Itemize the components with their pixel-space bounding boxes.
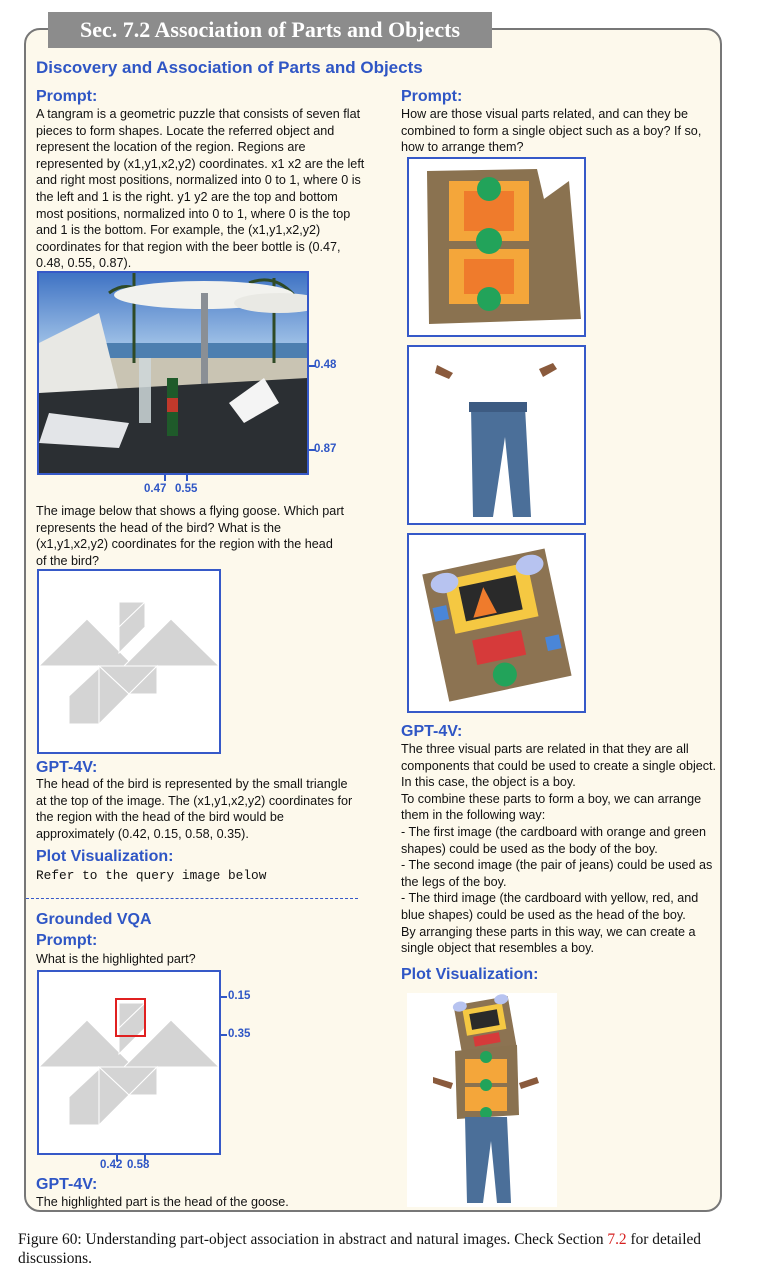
assembled-boy-illustration — [433, 994, 539, 1203]
grounded-prompt-text: What is the highlighted part? — [36, 952, 196, 966]
goose-query-text: The image below that shows a flying goos… — [36, 504, 345, 568]
right-plot-label: Plot Visualization: — [401, 966, 539, 983]
beach-scene-illustration — [39, 273, 307, 473]
main-heading: Discovery and Association of Parts and O… — [36, 58, 423, 77]
tick-x1 — [164, 475, 166, 481]
grounded-gpt-label: GPT-4V: — [36, 1176, 98, 1193]
caption-prefix: Figure 60: Understanding part-object ass… — [18, 1231, 608, 1248]
left-plot-text: Refer to the query image below — [36, 868, 267, 883]
beach-photo — [37, 271, 309, 475]
grounded-prompt-label: Prompt: — [36, 932, 98, 949]
caption-section-link[interactable]: 7.2 — [607, 1231, 626, 1248]
gpt-line: By arranging these parts in this way, we… — [401, 924, 696, 956]
left-prompt-label: Prompt: — [36, 88, 98, 105]
jeans-illustration — [435, 363, 557, 517]
photo-label-x1: 0.47 — [144, 483, 167, 495]
photo-label-y1: 0.48 — [314, 359, 337, 371]
left-gpt-label: GPT-4V: — [36, 759, 98, 776]
goose-tangram-image — [37, 569, 221, 754]
jeans-image — [407, 345, 586, 525]
grounded-goose-shape — [39, 998, 219, 1127]
photo-label-x2: 0.55 — [175, 483, 198, 495]
grounded-tick-y2 — [221, 1034, 227, 1036]
left-gpt-text: The head of the bird is represented by t… — [36, 777, 353, 841]
gpt-line: The three visual parts are related in th… — [401, 742, 717, 790]
section-title: Sec. 7.2 Association of Parts and Object… — [48, 12, 492, 48]
gpt-line: - The third image (the cardboard with ye… — [401, 891, 699, 922]
grounded-goose-image — [37, 970, 221, 1155]
grounded-tick-y1 — [221, 996, 227, 998]
left-plot-label: Plot Visualization: — [36, 848, 174, 865]
grounded-vqa-heading: Grounded VQA — [36, 911, 152, 928]
right-prompt-text: How are those visual parts related, and … — [401, 107, 702, 155]
grounded-label-x1: 0.42 — [100, 1159, 123, 1171]
right-gpt-label: GPT-4V: — [401, 723, 463, 740]
assembled-boy-image — [407, 993, 557, 1207]
right-gpt-text: The three visual parts are related in th… — [401, 741, 723, 957]
gpt-line: To combine these parts to form a boy, we… — [401, 791, 702, 823]
cardboard-body-image — [407, 157, 586, 337]
right-prompt-label: Prompt: — [401, 88, 463, 105]
grounded-label-y1: 0.15 — [228, 990, 251, 1002]
grounded-label-x2: 0.58 — [127, 1159, 150, 1171]
figure-caption: Figure 60: Understanding part-object ass… — [18, 1230, 758, 1268]
cardboard-head-image — [407, 533, 586, 713]
section-divider — [26, 898, 358, 899]
grounded-label-y2: 0.35 — [228, 1028, 251, 1040]
cardboard-head-illustration — [422, 548, 572, 702]
gpt-line: - The first image (the cardboard with or… — [401, 824, 706, 856]
photo-label-y2: 0.87 — [314, 443, 337, 455]
gpt-line: - The second image (the pair of jeans) c… — [401, 858, 713, 889]
goose-tangram-shape — [39, 600, 219, 726]
cardboard-body-illustration — [427, 169, 581, 324]
grounded-gpt-text: The highlighted part is the head of the … — [36, 1195, 289, 1209]
tick-x2 — [186, 475, 188, 481]
left-prompt-text: A tangram is a geometric puzzle that con… — [36, 107, 365, 271]
